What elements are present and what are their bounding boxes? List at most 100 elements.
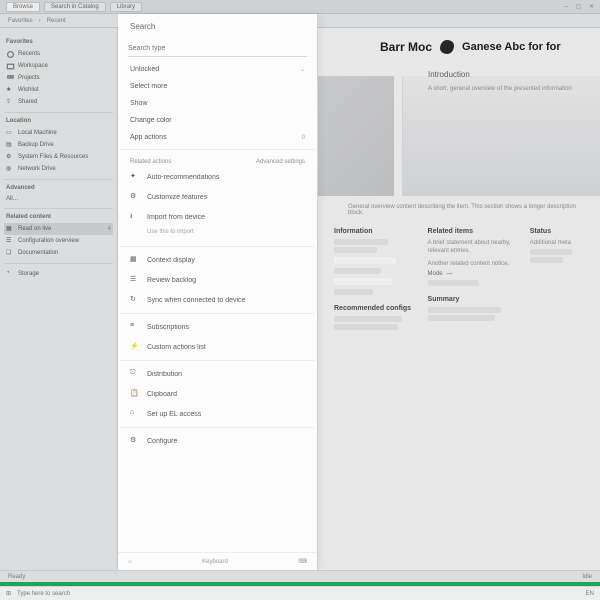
- sidebar-item-recents[interactable]: Recents: [4, 48, 113, 60]
- sidebar-label: Backup Drive: [18, 142, 54, 148]
- col-text: A brief statement about nearby, relevant…: [428, 239, 514, 256]
- menu-item-unlocked[interactable]: Unlocked⌄: [120, 61, 315, 78]
- sliders-icon: ⚙: [130, 192, 140, 202]
- panel-heading: Recommended configs: [334, 305, 412, 312]
- breadcrumb-1[interactable]: Favorites: [8, 18, 33, 24]
- sidebar-group-related: Related content: [6, 214, 111, 220]
- clipboard-icon: 📋: [130, 389, 140, 399]
- menu-sublabel: Use this to import: [147, 229, 194, 235]
- field-label: Mode: [428, 271, 443, 277]
- sidebar-item-local[interactable]: ▭Local Machine: [4, 127, 113, 139]
- rss-icon: ≡: [130, 322, 140, 332]
- sidebar-item-storage[interactable]: ◔Storage: [4, 268, 113, 280]
- hero-description: A short, general overview of the present…: [428, 86, 572, 92]
- menu-item-context[interactable]: ▦ Context display: [120, 250, 315, 270]
- menu-item-clipboard[interactable]: 📋 Clipboard: [120, 384, 315, 404]
- breadcrumb-2[interactable]: Recent: [47, 18, 66, 24]
- hero-title-left: Barr Moc: [380, 40, 432, 54]
- menu-item-configure[interactable]: ⚙Configure: [120, 431, 315, 451]
- grid-icon: [6, 74, 15, 82]
- sidebar-item-network[interactable]: ◍Network Drive: [4, 163, 113, 175]
- disk-icon: ◔: [6, 270, 15, 278]
- menu-search-input[interactable]: [128, 41, 307, 57]
- menu-item-autorecommend[interactable]: ✦Auto-recommendations: [120, 167, 315, 187]
- sidebar-item-config[interactable]: ☰Configuration overview: [4, 235, 113, 247]
- taskbar-lang[interactable]: EN: [586, 591, 594, 597]
- sidebar-item-shared[interactable]: ⇪Shared: [4, 96, 113, 108]
- menu-item-custom-actions[interactable]: ⚡Custom actions list: [120, 337, 315, 357]
- menu-item-select-more[interactable]: Select more: [120, 78, 315, 95]
- key-icon: ⌂: [130, 409, 140, 419]
- sliders-icon: ☰: [6, 237, 15, 245]
- layout-icon: ▦: [130, 255, 140, 265]
- sidebar-meta: 4: [108, 226, 111, 232]
- maximize-icon[interactable]: ▢: [576, 4, 582, 10]
- menu-item-import[interactable]: ⭳Import from device: [120, 207, 315, 227]
- menu-item-app-actions[interactable]: App actions0: [120, 129, 315, 146]
- sidebar-item-wishlist[interactable]: ★Wishlist: [4, 84, 113, 96]
- sidebar-group-location: Location: [6, 118, 111, 124]
- menu-item-changecolor[interactable]: Change color: [120, 112, 315, 129]
- sidebar: Favorites Recents Workspace Projects ★Wi…: [0, 28, 118, 570]
- sidebar-item-readlive[interactable]: ▦Read on live4: [4, 223, 113, 235]
- menu-item-setup-access[interactable]: ⌂ Set up EL access: [120, 404, 315, 424]
- col-heading: Status: [530, 228, 590, 235]
- sidebar-item-docs[interactable]: ❏Documentation: [4, 247, 113, 259]
- tab-search[interactable]: Search in Catalog: [44, 2, 106, 12]
- tab-browse[interactable]: Browse: [6, 2, 40, 12]
- branch-icon: ⎋: [130, 369, 140, 379]
- menu-label: Sync when connected to device: [147, 297, 305, 304]
- sidebar-item-backup[interactable]: ▤Backup Drive: [4, 139, 113, 151]
- menu-label: Select more: [130, 83, 305, 90]
- menu-meta: 0: [302, 135, 305, 141]
- machine-icon: ▭: [6, 129, 15, 137]
- menu-item-customize[interactable]: ⚙Customize features: [120, 187, 315, 207]
- menu-heading: Related actions: [130, 159, 171, 165]
- menu-footer-label: Keyboard: [202, 559, 228, 565]
- menu-label: Show: [130, 100, 305, 107]
- menu-item-sync[interactable]: ↻ Sync when connected to device: [120, 290, 315, 310]
- menu-item-distribution[interactable]: ⎋Distribution: [120, 364, 315, 384]
- section-heading: Summary: [428, 296, 514, 303]
- close-icon[interactable]: ✕: [589, 4, 594, 10]
- book-icon: ❏: [6, 249, 15, 257]
- sparkle-icon: ✦: [130, 172, 140, 182]
- menu-label: Context display: [147, 257, 305, 264]
- status-left: Ready: [8, 574, 25, 580]
- menu-label: Unlocked: [130, 66, 300, 73]
- sync-icon: ↻: [130, 295, 140, 305]
- menu-label: App actions: [130, 134, 302, 141]
- col-text: Another related content notice.: [428, 260, 514, 268]
- hero-subtitle: Introduction: [428, 70, 470, 79]
- hero-image-right: [402, 76, 600, 196]
- sidebar-label: Read on live: [18, 226, 51, 232]
- col-related: Related items A brief statement about ne…: [428, 228, 514, 332]
- start-icon[interactable]: ⊞: [6, 590, 11, 597]
- keyboard-icon[interactable]: ⌨: [298, 558, 307, 565]
- status-bar: Ready Idle: [0, 570, 600, 582]
- col-info: Information Recommended configs: [334, 228, 412, 332]
- tab-library[interactable]: Library: [110, 2, 142, 12]
- command-menu: Search Unlocked⌄ Select more Show Change…: [118, 14, 318, 570]
- download-icon: ⭳: [130, 212, 140, 222]
- clock-icon: [6, 50, 15, 58]
- sidebar-item-sysfiles[interactable]: ⚙System Files & Resources: [4, 151, 113, 163]
- sidebar-group-favorites: Favorites: [6, 39, 111, 45]
- drive-icon: ▤: [6, 141, 15, 149]
- menu-label: Clipboard: [147, 391, 305, 398]
- sidebar-item-all[interactable]: All…: [4, 194, 113, 204]
- menu-item-subscriptions[interactable]: ≡Subscriptions: [120, 317, 315, 337]
- taskbar-search[interactable]: Type here to search: [17, 591, 70, 597]
- menu-label: Set up EL access: [147, 411, 305, 418]
- menu-item-review[interactable]: ☰Review backlog: [120, 270, 315, 290]
- list-icon: ☰: [130, 275, 140, 285]
- sidebar-label: Workspace: [18, 63, 48, 69]
- menu-label: Change color: [130, 117, 305, 124]
- sidebar-label: Recents: [18, 51, 40, 57]
- menu-item-show[interactable]: Show: [120, 95, 315, 112]
- minimize-icon[interactable]: ─: [564, 4, 568, 10]
- globe-icon: ◍: [6, 165, 15, 173]
- sidebar-item-workspace[interactable]: Workspace: [4, 60, 113, 72]
- taskbar: ⊞ Type here to search EN: [0, 586, 600, 600]
- sidebar-item-projects[interactable]: Projects: [4, 72, 113, 84]
